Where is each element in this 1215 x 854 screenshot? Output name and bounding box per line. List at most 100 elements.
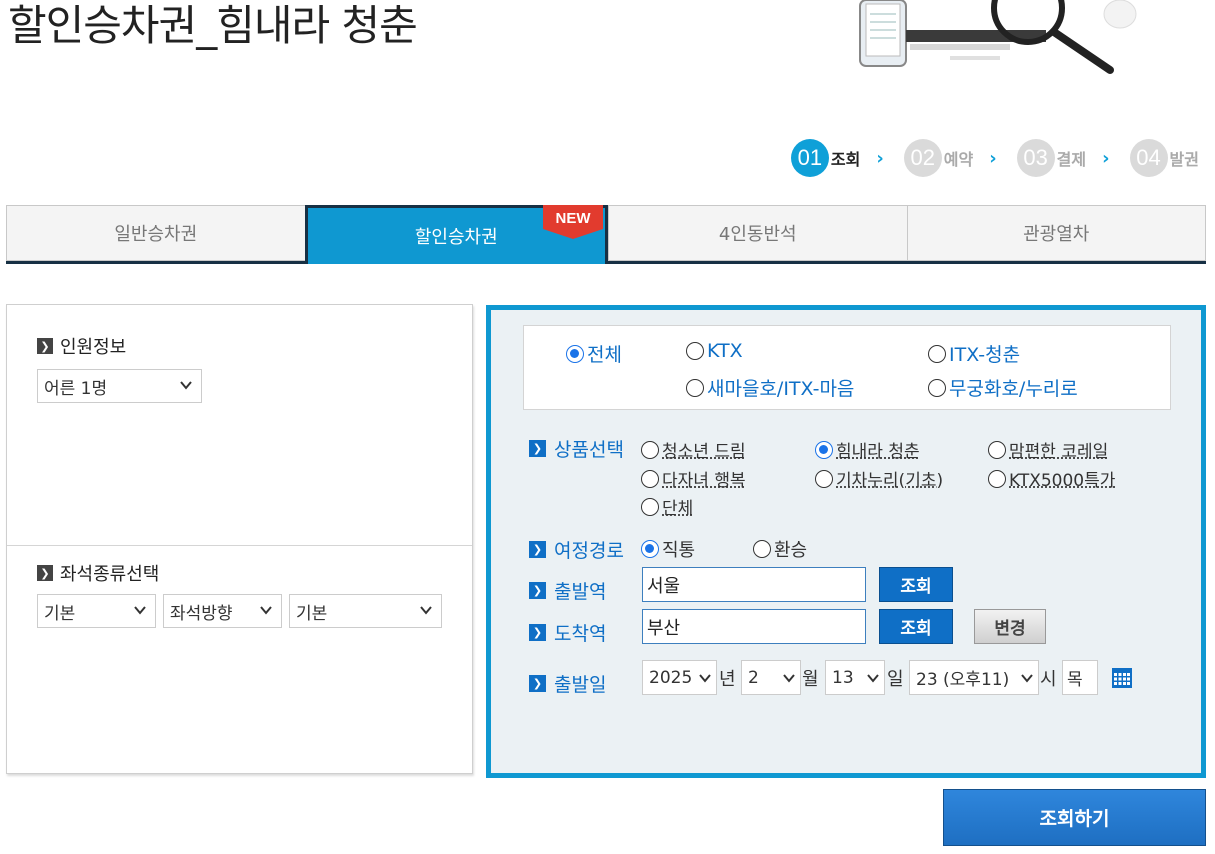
day-select[interactable]: 13 bbox=[825, 660, 885, 695]
route-transfer-radio[interactable]: 환승 bbox=[753, 536, 807, 562]
chevron-down-icon bbox=[867, 674, 879, 683]
seat-direction-select[interactable]: 좌석방향 bbox=[163, 594, 282, 628]
passenger-panel: ❯ 인원정보 어른 1명 ❯ 좌석종류선택 기본 좌석방향 기본 bbox=[6, 304, 473, 774]
swap-stations-button[interactable]: 변경 bbox=[974, 609, 1046, 644]
progress-steps: 01 조회 › 02 예약 › 03 결제 › 04 발권 bbox=[785, 138, 1199, 178]
chevron-down-icon bbox=[1021, 674, 1033, 683]
radio-selected-icon bbox=[641, 540, 659, 558]
step-label: 조회 bbox=[830, 150, 861, 169]
product-cheongchun-radio[interactable]: 힘내라 청춘 bbox=[815, 437, 920, 462]
step-number: 01 bbox=[790, 139, 829, 177]
radio-icon bbox=[686, 378, 704, 397]
departure-search-button[interactable]: 조회 bbox=[879, 567, 953, 602]
search-button[interactable]: 조회하기 bbox=[943, 789, 1206, 846]
select-value: 13 bbox=[832, 667, 854, 688]
radio-label: 환승 bbox=[774, 540, 808, 561]
calendar-icon[interactable] bbox=[1112, 668, 1132, 688]
chevron-right-icon: › bbox=[989, 147, 997, 169]
tab-tourist-train[interactable]: 관광열차 bbox=[906, 205, 1206, 261]
step-number: 04 bbox=[1129, 139, 1168, 177]
radio-label: ITX-청춘 bbox=[949, 344, 1021, 366]
radio-icon bbox=[815, 469, 833, 488]
tab-general-ticket[interactable]: 일반승차권 bbox=[6, 205, 305, 261]
radio-label: 직통 bbox=[662, 540, 696, 561]
tab-label: 4인동반석 bbox=[718, 224, 797, 245]
product-youth-dream-radio[interactable]: 청소년 드림 bbox=[641, 437, 746, 462]
radio-label: 청소년 드림 bbox=[662, 442, 746, 462]
row-label: 출발역 bbox=[554, 581, 607, 603]
year-select[interactable]: 2025 bbox=[642, 660, 717, 695]
departure-label: ❯ 출발역 bbox=[529, 577, 606, 604]
month-select[interactable]: 2 bbox=[741, 660, 801, 695]
select-value: 기본 bbox=[44, 603, 76, 624]
arrow-square-icon: ❯ bbox=[37, 565, 53, 581]
seat-type-title: ❯ 좌석종류선택 bbox=[37, 560, 159, 586]
ticket-type-tabs: 일반승차권 할인승차권 NEW 4인동반석 관광열차 bbox=[6, 205, 1206, 264]
arrival-search-button[interactable]: 조회 bbox=[879, 609, 953, 644]
step-payment: 03 결제 bbox=[1016, 139, 1086, 177]
day-unit: 일 bbox=[887, 669, 904, 690]
departure-station-input[interactable]: 서울 bbox=[642, 567, 866, 602]
select-value: 어른 1명 bbox=[44, 378, 108, 399]
chevron-right-icon: › bbox=[1102, 147, 1110, 169]
radio-label: 힘내라 청춘 bbox=[836, 442, 920, 462]
train-type-saemaeul-radio[interactable]: 새마을호/ITX-마음 bbox=[686, 374, 854, 401]
chevron-down-icon bbox=[180, 381, 192, 390]
hour-select[interactable]: 23 (오후11) bbox=[909, 660, 1039, 695]
radio-label: 새마을호/ITX-마음 bbox=[707, 378, 855, 400]
radio-label: 다자녀 행복 bbox=[662, 471, 746, 491]
step-search: 01 조회 bbox=[790, 139, 861, 177]
product-ktx5000-radio[interactable]: KTX5000특가 bbox=[988, 466, 1115, 491]
arrow-square-icon: ❯ bbox=[529, 440, 546, 457]
section-divider bbox=[7, 545, 472, 546]
step-number: 03 bbox=[1016, 139, 1055, 177]
product-comfort-korail-radio[interactable]: 맘편한 코레일 bbox=[988, 437, 1108, 462]
radio-label: KTX bbox=[707, 340, 743, 362]
radio-icon bbox=[988, 469, 1006, 488]
select-value: 2 bbox=[748, 667, 759, 688]
radio-selected-icon bbox=[566, 344, 584, 363]
chevron-down-icon bbox=[260, 606, 272, 615]
product-multi-child-radio[interactable]: 다자녀 행복 bbox=[641, 466, 746, 491]
radio-icon bbox=[686, 342, 704, 360]
hero-illustration bbox=[859, 0, 1137, 74]
train-type-all-radio[interactable]: 전체 bbox=[566, 340, 622, 367]
step-issue: 04 발권 bbox=[1129, 139, 1199, 177]
arrow-square-icon: ❯ bbox=[529, 624, 546, 641]
tab-label: 할인승차권 bbox=[414, 227, 498, 248]
select-value: 2025 bbox=[649, 667, 693, 688]
new-badge: NEW bbox=[543, 205, 603, 239]
arrow-square-icon: ❯ bbox=[529, 675, 546, 692]
row-label: 상품선택 bbox=[554, 439, 624, 461]
tab-discount-ticket[interactable]: 할인승차권 NEW bbox=[304, 205, 608, 264]
radio-icon bbox=[641, 440, 659, 459]
radio-label: 무궁화호/누리로 bbox=[949, 378, 1078, 400]
product-gichanuri-radio[interactable]: 기차누리(기초) bbox=[815, 466, 943, 491]
row-label: 도착역 bbox=[554, 623, 607, 645]
chevron-down-icon bbox=[134, 606, 146, 615]
page-title: 할인승차권_힘내라 청춘 bbox=[8, 1, 418, 50]
select-value: 좌석방향 bbox=[170, 603, 233, 624]
new-badge-text: NEW bbox=[556, 210, 592, 227]
arrival-station-input[interactable]: 부산 bbox=[642, 609, 866, 644]
train-type-box: 전체 KTX ITX-청춘 새마을호/ITX-마음 무궁화호/누리로 bbox=[523, 325, 1171, 410]
chevron-down-icon bbox=[420, 606, 432, 615]
tab-label: 일반승차권 bbox=[114, 224, 198, 245]
chevron-down-icon bbox=[783, 674, 795, 683]
train-type-ktx-radio[interactable]: KTX bbox=[686, 340, 743, 362]
tab-label: 관광열차 bbox=[1023, 224, 1090, 245]
arrival-label: ❯ 도착역 bbox=[529, 619, 606, 646]
train-type-itx-cheongchun-radio[interactable]: ITX-청춘 bbox=[928, 340, 1020, 367]
seat-type-select[interactable]: 기본 bbox=[37, 594, 156, 628]
month-unit: 월 bbox=[802, 669, 819, 690]
tab-four-seat[interactable]: 4인동반석 bbox=[608, 205, 907, 261]
step-label: 발권 bbox=[1169, 150, 1199, 169]
radio-icon bbox=[641, 469, 659, 488]
product-label: ❯ 상품선택 bbox=[529, 435, 624, 462]
route-direct-radio[interactable]: 직통 bbox=[641, 536, 695, 562]
passenger-count-select[interactable]: 어른 1명 bbox=[37, 369, 202, 403]
seat-position-select[interactable]: 기본 bbox=[289, 594, 442, 628]
radio-selected-icon bbox=[815, 440, 833, 459]
product-group-radio[interactable]: 단체 bbox=[641, 494, 693, 519]
train-type-mugunghwa-radio[interactable]: 무궁화호/누리로 bbox=[928, 374, 1078, 401]
